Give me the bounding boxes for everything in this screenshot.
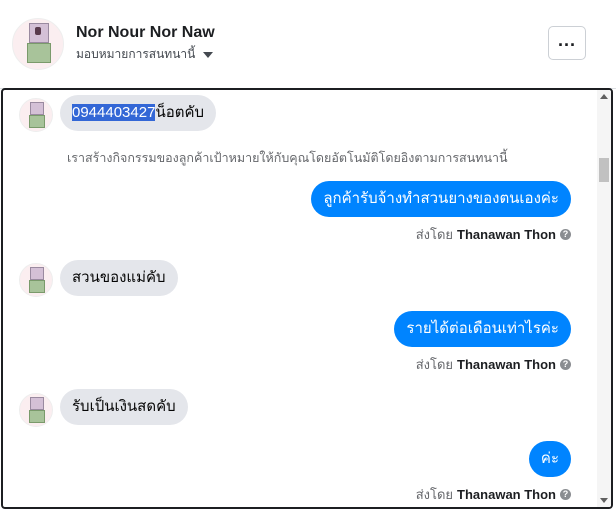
system-notice: เราสร้างกิจกรรมของลูกค้าเป้าหมายให้กับคุ…: [67, 151, 508, 165]
outgoing-message: ลูกค้ารับจ้างทำสวนยางของตนเองค่ะ: [311, 181, 571, 217]
outgoing-message: รายได้ต่อเดือนเท่าไรค่ะ: [394, 311, 571, 347]
agent-name: Thanawan Thon: [457, 357, 556, 372]
help-icon[interactable]: ?: [560, 229, 571, 240]
sent-by-label: ส่งโดย Thanawan Thon ?: [416, 354, 571, 375]
more-icon: ...: [557, 30, 576, 50]
outgoing-message: ค่ะ: [528, 441, 571, 477]
contact-name[interactable]: Nor Nour Nor Naw: [76, 24, 215, 42]
caret-down-icon: [203, 52, 214, 58]
contact-avatar-small: [19, 263, 53, 297]
help-icon[interactable]: ?: [560, 359, 571, 370]
message-text: น็อตคับ: [155, 104, 204, 121]
contact-avatar[interactable]: [12, 18, 64, 70]
sent-by-prefix: ส่งโดย: [415, 357, 454, 372]
sent-by-label: ส่งโดย Thanawan Thon ?: [416, 484, 571, 505]
contact-avatar-small: [19, 98, 53, 132]
incoming-message: รับเป็นเงินสดคับ: [60, 389, 188, 425]
agent-name: Thanawan Thon: [457, 227, 556, 242]
selected-text: 0944403427: [72, 104, 156, 121]
sent-by-prefix: ส่งโดย: [415, 227, 454, 242]
agent-name: Thanawan Thon: [457, 487, 556, 502]
help-icon[interactable]: ?: [560, 489, 571, 500]
sent-by-prefix: ส่งโดย: [415, 487, 454, 502]
message-thread[interactable]: 0944403427น็อตคับ เราสร้างกิจกรรมของลูกค…: [1, 88, 613, 509]
incoming-message: 0944403427น็อตคับ: [60, 95, 216, 131]
scroll-up-icon[interactable]: [600, 94, 608, 99]
scrollbar-thumb[interactable]: [599, 158, 609, 182]
more-options-button[interactable]: ...: [548, 26, 586, 60]
assign-label: มอบหมายการสนทนานี้: [76, 47, 196, 61]
contact-avatar-small: [19, 393, 53, 427]
conversation-header: Nor Nour Nor Naw มอบหมายการสนทนานี้ ...: [0, 0, 616, 89]
sent-by-label: ส่งโดย Thanawan Thon ?: [416, 224, 571, 245]
incoming-message: สวนของแม่คับ: [60, 260, 178, 296]
scroll-down-icon[interactable]: [600, 498, 608, 503]
assign-conversation-dropdown[interactable]: มอบหมายการสนทนานี้: [76, 45, 214, 64]
vertical-scrollbar[interactable]: [597, 90, 611, 507]
